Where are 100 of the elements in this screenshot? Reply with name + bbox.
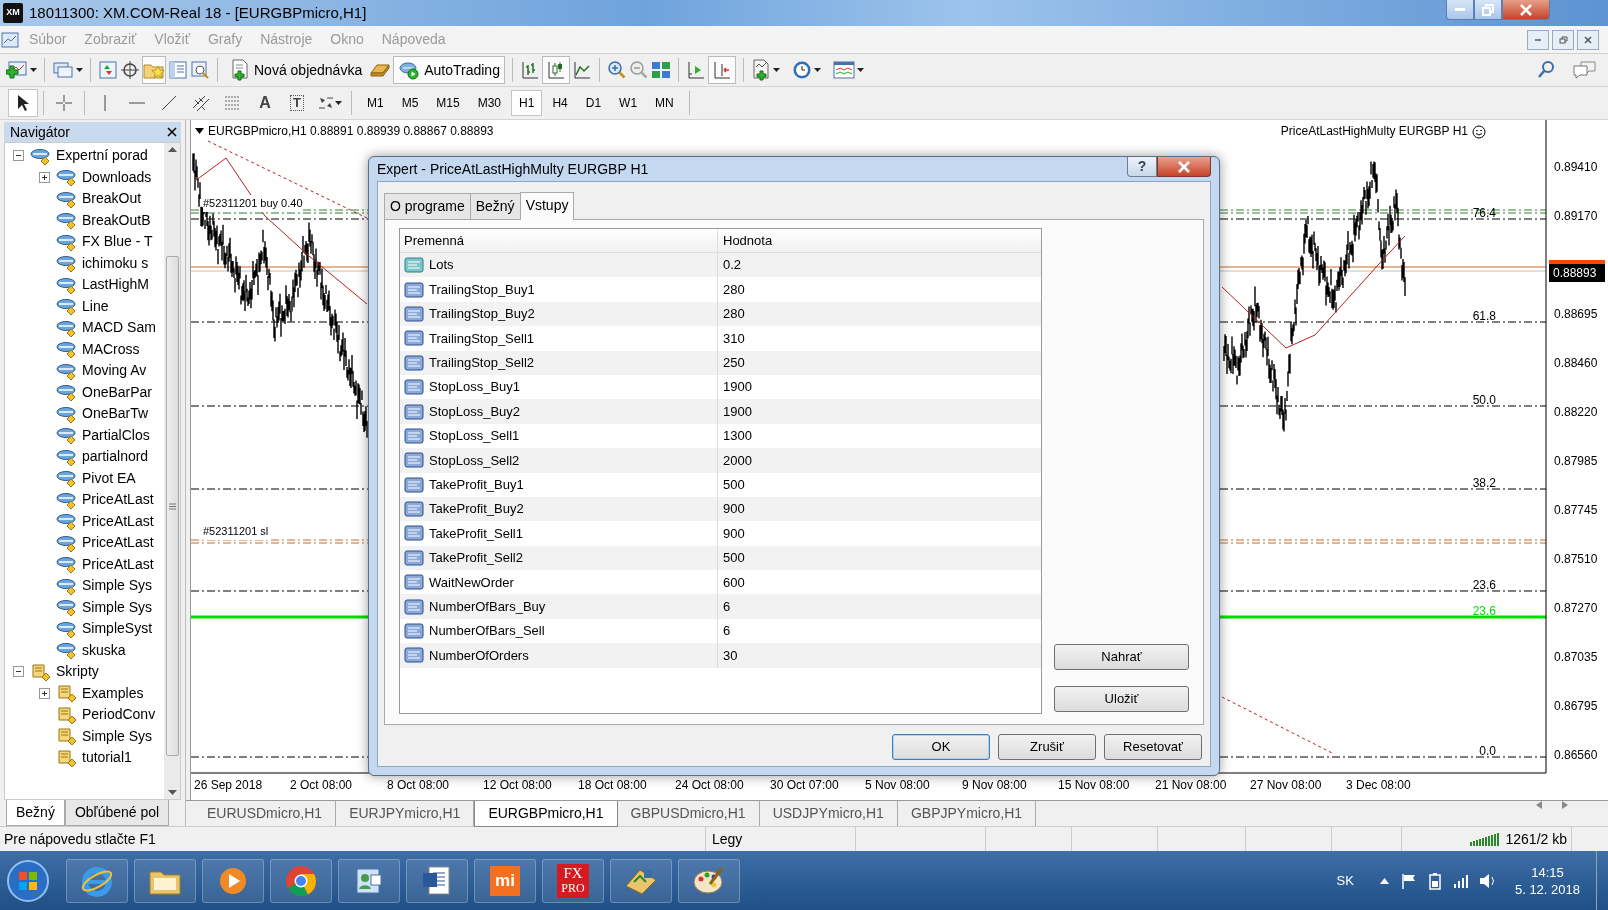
tree-item[interactable]: Downloads (82, 166, 152, 188)
tree-item[interactable]: ichimoku s (82, 252, 149, 274)
close-button[interactable] (1502, 0, 1550, 20)
dialog-tab[interactable]: O programe (384, 193, 471, 219)
dialog-button[interactable]: Zrušiť (998, 734, 1096, 760)
parameter-value[interactable]: 500 (718, 548, 745, 568)
parameter-value[interactable]: 900 (718, 499, 745, 519)
tree-item[interactable]: MACross (82, 338, 140, 360)
tree-item[interactable]: Line (82, 295, 109, 317)
candlestick-icon[interactable] (545, 60, 566, 80)
tree-item[interactable]: Expertní porad (56, 145, 148, 167)
taskbar-button[interactable] (134, 858, 196, 903)
tree-item[interactable]: Simple Sys (82, 596, 153, 618)
parameter-value[interactable]: 30 (718, 645, 738, 666)
taskbar-button[interactable] (66, 858, 128, 903)
scroll-down-icon[interactable] (167, 790, 177, 795)
taskbar-button[interactable] (678, 858, 740, 903)
magnifier-window-icon[interactable] (190, 60, 210, 80)
parameter-value[interactable]: 6 (718, 621, 731, 641)
tree-item[interactable]: tutorial1 (82, 747, 132, 769)
timeframe-button[interactable]: D1 (577, 90, 610, 116)
tree-item[interactable]: OneBarPar (82, 381, 153, 403)
dialog-button[interactable]: Uložiť (1054, 686, 1189, 712)
label-tool[interactable]: T (282, 89, 312, 117)
caret-icon[interactable] (30, 68, 37, 72)
parameter-value[interactable]: 310 (718, 328, 745, 349)
parameter-value[interactable]: 6 (718, 596, 731, 617)
column-header[interactable]: Premenná (400, 229, 718, 252)
battery-icon[interactable] (1426, 871, 1443, 890)
chart-shift-icon[interactable] (711, 60, 732, 80)
close-icon[interactable] (167, 127, 177, 137)
tree-item[interactable]: SimpleSyst (82, 618, 153, 640)
chart-tab[interactable]: GBPUSDmicro,H1 (617, 801, 760, 826)
tree-item[interactable]: PriceAtLast (82, 510, 154, 532)
start-button[interactable] (6, 858, 50, 903)
caret-icon[interactable] (76, 68, 83, 72)
tile-windows-icon[interactable] (650, 60, 671, 80)
help-button[interactable]: ? (1127, 157, 1157, 177)
scroll-up-icon[interactable] (167, 147, 177, 152)
parameter-value[interactable]: 280 (718, 279, 745, 300)
tree-item[interactable]: PriceAtLast (82, 532, 154, 554)
dialog-button[interactable]: Nahrať (1054, 644, 1189, 670)
parameter-value[interactable]: 1900 (718, 377, 752, 397)
tree-item[interactable]: Simple Sys (82, 575, 153, 597)
tree-item[interactable]: PriceAtLast (82, 489, 154, 511)
timeframe-button[interactable]: H4 (544, 90, 576, 116)
caret-icon[interactable] (334, 101, 342, 105)
timeframe-button[interactable]: M30 (469, 90, 510, 116)
timeframe-button[interactable]: MN (647, 90, 682, 116)
tree-item[interactable]: FX Blue - T (82, 231, 153, 253)
tree-item[interactable]: PeriodConv (82, 704, 156, 726)
line-chart-icon[interactable] (571, 60, 592, 80)
zoom-in-icon[interactable] (606, 60, 627, 80)
chart-window-plus-icon[interactable] (6, 60, 28, 80)
tree-item[interactable]: BreakOut (82, 188, 142, 210)
parameter-value[interactable]: 900 (718, 523, 745, 544)
column-header[interactable]: Hodnota (718, 230, 773, 251)
flag-icon[interactable] (1400, 872, 1417, 889)
chart-tab[interactable]: USDJPYmicro,H1 (759, 801, 898, 826)
signal-icon[interactable] (1452, 873, 1469, 888)
parameter-value[interactable]: 250 (718, 353, 745, 373)
close-button[interactable] (1157, 157, 1211, 177)
dialog-button[interactable]: Resetovať (1104, 734, 1202, 760)
timeframe-button[interactable]: W1 (611, 90, 646, 116)
tree-item[interactable]: Moving Av (82, 360, 147, 382)
scrollbar[interactable] (164, 143, 180, 799)
autoscroll-icon[interactable] (685, 60, 706, 80)
search-icon[interactable] (1536, 60, 1556, 80)
parameter-value[interactable]: 1900 (718, 401, 752, 422)
panel-tab[interactable]: Obľúbené pol (64, 800, 170, 826)
scroll-right-icon[interactable] (1562, 801, 1568, 809)
parameter-value[interactable]: 500 (718, 474, 745, 495)
tree-item[interactable]: Examples (82, 682, 144, 704)
trend-line-icon[interactable] (160, 94, 178, 112)
expand-icon[interactable] (39, 687, 50, 699)
timeframe-button[interactable]: M5 (393, 90, 427, 116)
speaker-icon[interactable] (1478, 872, 1497, 889)
taskbar-button[interactable]: FX PRO (542, 858, 604, 903)
chart-tab[interactable]: GBPJPYmicro,H1 (897, 801, 1037, 826)
caret-icon[interactable] (772, 68, 780, 72)
collapse-icon[interactable] (13, 666, 24, 678)
tree-item[interactable]: partialnord (82, 446, 149, 468)
tree-item[interactable]: skuska (82, 639, 126, 661)
new-order-button[interactable]: Nová objednávka (225, 56, 368, 84)
parameter-value[interactable]: 0.2 (718, 255, 742, 275)
tree-item[interactable]: Simple Sys (82, 725, 153, 747)
autotrading-button[interactable]: AutoTrading (393, 56, 505, 84)
timeframe-button[interactable]: M15 (428, 90, 468, 116)
timeframe-button[interactable]: M1 (359, 90, 392, 116)
indicator-plus-icon[interactable] (750, 59, 771, 81)
language-indicator[interactable]: SK (1336, 870, 1354, 891)
minimize-button[interactable] (1446, 0, 1474, 20)
taskbar-button[interactable] (338, 858, 400, 903)
parameter-value[interactable]: 1300 (718, 426, 752, 446)
bar-chart-icon[interactable] (519, 60, 540, 80)
clock-date[interactable]: 5. 12. 2018 (1514, 880, 1580, 898)
tree-item[interactable]: Pivot EA (82, 467, 136, 489)
collapse-icon[interactable] (13, 150, 24, 162)
dialog-tab[interactable]: Bežný (469, 193, 521, 219)
taskbar-button[interactable] (202, 858, 264, 903)
